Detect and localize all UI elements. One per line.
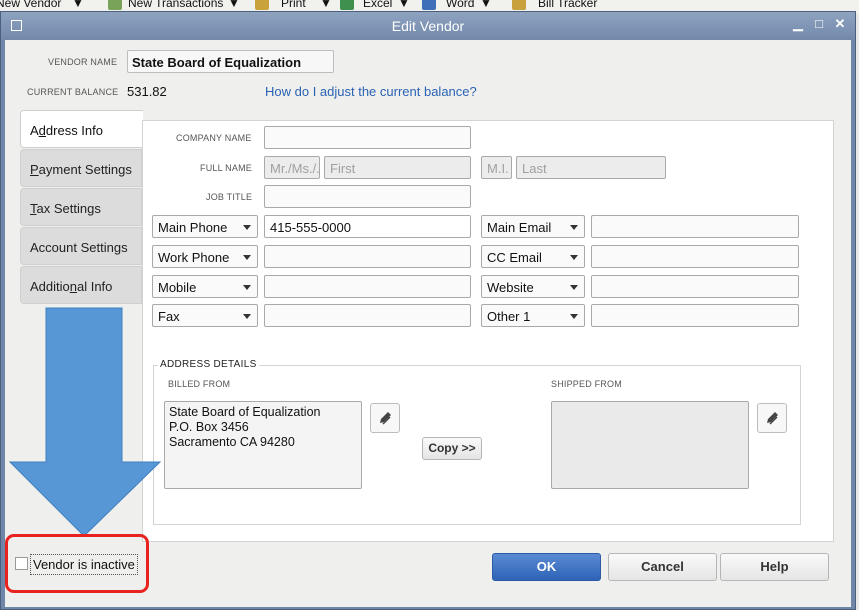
bg-word[interactable]: Word [446,0,474,10]
cc-email-field[interactable] [591,245,799,268]
current-balance-label: CURRENT BALANCE [27,87,119,97]
current-balance-value: 531.82 [127,84,167,99]
address-details-title: ADDRESS DETAILS [158,359,259,370]
tab-tax-settings[interactable]: Tax Settings [20,188,142,226]
fax-field[interactable] [264,304,471,327]
tab-payment-settings[interactable]: Payment Settings [20,149,142,187]
bg-new-vendor[interactable]: New Vendor [0,0,61,10]
mobile-field[interactable] [264,275,471,298]
first-name-field[interactable]: First [324,156,471,179]
last-name-field[interactable]: Last [516,156,666,179]
bill-tracker-icon [512,0,526,10]
annotation-highlight-box [5,534,149,593]
contact-type-select-4[interactable]: Other 1 [481,304,585,327]
pencil-icon [380,412,391,425]
billed-from-label: BILLED FROM [168,379,231,389]
chevron-down-icon [570,255,578,260]
billed-from-address[interactable]: State Board of Equalization P.O. Box 345… [164,401,362,489]
job-title-field[interactable] [264,185,471,208]
middle-initial-field[interactable]: M.I. [481,156,512,179]
title-bar[interactable]: Edit Vendor ▁ □ ✕ [1,12,855,40]
chevron-down-icon [243,255,251,260]
bg-excel[interactable]: Excel [363,0,392,10]
company-name-field[interactable] [264,126,471,149]
phone-type-select-3[interactable]: Mobile [152,275,258,298]
chevron-down-icon [243,314,251,319]
dialog-title: Edit Vendor [391,18,465,34]
shipped-from-label: SHIPPED FROM [551,379,622,389]
vendor-name-label: VENDOR NAME [48,57,118,67]
edit-billed-address-button[interactable] [370,403,400,433]
website-field[interactable] [591,275,799,298]
shipped-from-address[interactable] [551,401,749,489]
new-transactions-icon [108,0,122,10]
company-name-label: COMPANY NAME [176,133,252,143]
adjust-balance-link[interactable]: How do I adjust the current balance? [265,84,477,99]
bg-caret: ▼ [72,0,84,10]
phone-type-select-1[interactable]: Main Phone [152,215,258,238]
vendor-name-field[interactable]: State Board of Equalization [127,50,334,73]
bg-bill-tracker[interactable]: Bill Tracker [538,0,597,10]
chevron-down-icon [243,225,251,230]
address-details-group: ADDRESS DETAILS BILLED FROM State Board … [153,359,801,525]
bg-new-transactions[interactable]: New Transactions [128,0,223,10]
prefix-field[interactable]: Mr./Ms./... [264,156,320,179]
copy-address-button[interactable]: Copy >> [422,437,482,460]
cancel-button[interactable]: Cancel [608,553,717,581]
address-info-panel: COMPANY NAME FULL NAME Mr./Ms./... First… [142,120,834,542]
annotation-arrow-icon [8,307,162,537]
chevron-down-icon [570,314,578,319]
contact-type-select-1[interactable]: Main Email [481,215,585,238]
ok-button[interactable]: OK [492,553,601,581]
close-icon[interactable]: ✕ [833,17,847,31]
tab-address-info[interactable]: Address Info [20,110,143,148]
print-icon [255,0,269,10]
bg-print[interactable]: Print [281,0,306,10]
excel-icon [340,0,354,10]
main-email-field[interactable] [591,215,799,238]
main-phone-field[interactable]: 415-555-0000 [264,215,471,238]
other-1-field[interactable] [591,304,799,327]
contact-type-select-3[interactable]: Website [481,275,585,298]
word-icon [422,0,436,10]
edit-shipped-address-button[interactable] [757,403,787,433]
phone-type-select-2[interactable]: Work Phone [152,245,258,268]
pencil-icon [767,412,778,425]
tab-account-settings[interactable]: Account Settings [20,227,142,265]
maximize-icon[interactable]: □ [812,17,826,31]
chevron-down-icon [570,285,578,290]
chevron-down-icon [243,285,251,290]
minimize-icon[interactable]: ▁ [791,17,805,31]
job-title-label: JOB TITLE [206,192,253,202]
help-button[interactable]: Help [720,553,829,581]
contact-type-select-2[interactable]: CC Email [481,245,585,268]
full-name-label: FULL NAME [200,163,252,173]
work-phone-field[interactable] [264,245,471,268]
chevron-down-icon [570,225,578,230]
